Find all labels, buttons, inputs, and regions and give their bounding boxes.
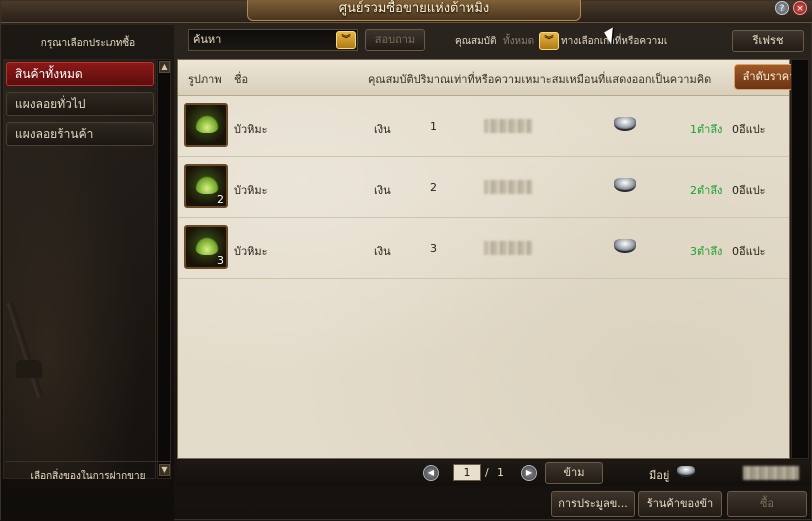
seller-redacted <box>484 119 532 133</box>
snow-lotus-icon: 2 <box>184 164 228 208</box>
search-type-combo[interactable]: ค้นหา <box>188 29 358 51</box>
buy-button[interactable]: ซื้อ <box>727 491 807 517</box>
item-extra: 0อีแปะ <box>732 123 766 136</box>
balance-redacted <box>743 466 799 480</box>
item-extra: 0อีแปะ <box>732 245 766 258</box>
action-bar: การประมูลข... ร้านค้าของข้า ซื้อ <box>177 489 811 519</box>
filter-dropdown-icon[interactable]: ︾ <box>539 32 559 50</box>
item-amount: 2 <box>430 181 437 194</box>
window-title: ศูนย์รวมซื้อขายแห่งต้าหมิง <box>247 0 581 21</box>
qty-badge: 3 <box>217 254 224 267</box>
col-image: รูปภาพ <box>188 73 222 86</box>
plant-icon <box>195 115 219 133</box>
prev-page-icon[interactable]: ◀ <box>423 465 439 481</box>
item-attr: เงิน <box>374 245 391 258</box>
item-extra: 0อีแปะ <box>732 184 766 197</box>
category-item-general-stall[interactable]: แผงลอยทั่วไป <box>6 92 154 116</box>
item-amount: 3 <box>430 242 437 255</box>
item-name: บัวหิมะ <box>234 245 268 258</box>
next-page-icon[interactable]: ▶ <box>521 465 537 481</box>
consign-item-label[interactable]: เลือกสิ่งของในการฝากขาย <box>5 461 171 491</box>
chevron-down-icon[interactable]: ︾ <box>336 31 356 49</box>
plant-icon <box>195 237 219 255</box>
seller-redacted <box>484 241 532 255</box>
category-scrollbar[interactable]: ▲ ▼ <box>157 59 171 479</box>
search-type-value: ค้นหา <box>193 33 222 46</box>
trade-center-window: ศูนย์รวมซื้อขายแห่งต้าหมิง ? × กรุณาเลือ… <box>0 0 812 521</box>
qty-badge: 2 <box>217 193 224 206</box>
item-amount: 1 <box>430 120 437 133</box>
category-item-shop-stall[interactable]: แผงลอยร้านค้า <box>6 122 154 146</box>
item-price: 3ตำลึง <box>690 245 723 258</box>
silver-ingot-icon <box>677 466 695 477</box>
table-row[interactable]: 2 บัวหิมะ เงิน 2 2ตำลึง 0อีแปะ <box>178 158 789 218</box>
table-row[interactable]: 3 บัวหิมะ เงิน 3 3ตำลึง 0อีแปะ <box>178 219 789 279</box>
balance-label: มีอยู่ <box>649 469 670 482</box>
seller-redacted <box>484 180 532 194</box>
page-number-input[interactable]: 1 <box>453 464 481 481</box>
item-attr: เงิน <box>374 184 391 197</box>
my-shop-button[interactable]: ร้านค้าของข้า <box>638 491 722 517</box>
refresh-button[interactable]: รีเฟรช <box>732 30 804 52</box>
category-list: สินค้าทั้งหมด แผงลอยทั่วไป แผงลอยร้านค้า <box>3 59 156 479</box>
category-header: กรุณาเลือกประเภทซื้อ <box>40 38 136 49</box>
search-button[interactable]: สอบถาม <box>365 29 425 51</box>
silver-ingot-icon <box>614 178 636 192</box>
background-lamp-base <box>16 360 42 378</box>
plant-icon <box>195 176 219 194</box>
filter-label: คุณสมบัติ <box>455 36 497 47</box>
table-scrollbar[interactable] <box>791 59 809 459</box>
category-sidebar: กรุณาเลือกประเภทซื้อ สินค้าทั้งหมด แผงลอ… <box>1 25 174 521</box>
col-overlap-header: คุณสมบัติปริมาณเท่าที่หรือความเหมาะสมเหม… <box>368 73 712 86</box>
title-bar: ศูนย์รวมซื้อขายแห่งต้าหมิง ? × <box>1 0 812 23</box>
item-price: 2ตำลึง <box>690 184 723 197</box>
table-row[interactable]: บัวหิมะ เงิน 1 1ตำลึง 0อีแปะ <box>178 97 789 157</box>
item-name: บัวหิมะ <box>234 123 268 136</box>
filter-value: ทั้งหมด <box>503 36 535 47</box>
help-button[interactable]: ? <box>775 1 789 15</box>
total-pages: 1 <box>497 466 504 479</box>
scroll-up-icon[interactable]: ▲ <box>159 61 170 73</box>
listing-table: รูปภาพ ชื่อ คุณสมบัติปริมาณเท่าที่หรือคว… <box>177 59 804 459</box>
category-item-all[interactable]: สินค้าทั้งหมด <box>6 62 154 86</box>
silver-ingot-icon <box>614 239 636 253</box>
col-name: ชื่อ <box>234 73 249 86</box>
pager: ◀ 1 / 1 ▶ ข้าม มีอยู่ <box>177 460 811 486</box>
page-separator: / <box>485 466 489 479</box>
item-name: บัวหิมะ <box>234 184 268 197</box>
item-attr: เงิน <box>374 123 391 136</box>
snow-lotus-icon <box>184 103 228 147</box>
silver-ingot-icon <box>614 117 636 131</box>
item-price: 1ตำลึง <box>690 123 723 136</box>
background-lamp-post <box>6 301 44 399</box>
table-header: รูปภาพ ชื่อ คุณสมบัติปริมาณเท่าที่หรือคว… <box>178 60 804 96</box>
close-button[interactable]: × <box>793 1 807 15</box>
auction-button[interactable]: การประมูลข... <box>551 491 635 517</box>
jump-button[interactable]: ข้าม <box>545 462 603 484</box>
snow-lotus-icon: 3 <box>184 225 228 269</box>
